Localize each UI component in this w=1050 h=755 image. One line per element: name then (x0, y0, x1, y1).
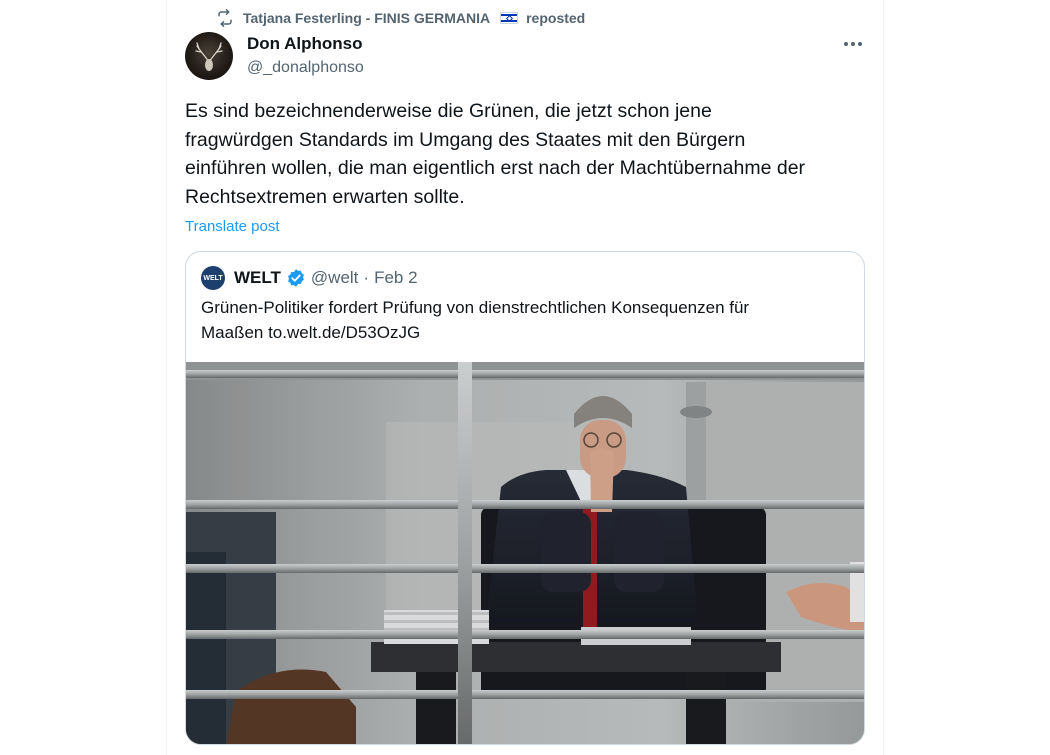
more-options-icon (844, 42, 862, 46)
translate-post-link[interactable]: Translate post (185, 218, 280, 235)
post-text-line: fragwürdgen Standards im Umgang des Staa… (185, 128, 746, 151)
post-text-line: Es sind bezeichnenderweise die Grünen, d… (185, 100, 712, 122)
quoted-post-date[interactable]: Feb 2 (374, 268, 417, 288)
quoted-post-text: Grünen-Politiker fordert Prüfung von die… (201, 296, 841, 345)
post-text: Es sind bezeichnenderweise die Grünen, d… (185, 97, 875, 212)
quoted-post-image[interactable] (186, 362, 864, 744)
repost-context[interactable]: Tatjana Festerling - FINIS GERMANIA repo… (215, 8, 585, 28)
post-text-line: Rechtsextremen erwarten sollte. (185, 186, 465, 209)
meta-separator: · (363, 268, 370, 287)
quoted-author-name[interactable]: WELT (234, 268, 281, 288)
post-text-line: einführen wollen, die man eigentlich ers… (185, 157, 806, 180)
author-handle[interactable]: @_donalphonso (247, 59, 364, 77)
quoted-author-handle[interactable]: @welt (311, 268, 359, 288)
quoted-text-line: Maaßen to.welt.de/D53OzJG (201, 322, 421, 342)
quoted-post-header: WELT WELT @welt · Feb 2 (201, 266, 418, 290)
quoted-text-line: Grünen-Politiker fordert Prüfung von die… (201, 298, 750, 317)
verified-badge-icon (287, 269, 304, 287)
author-avatar[interactable] (185, 32, 233, 80)
quoted-author-avatar[interactable]: WELT (201, 266, 225, 290)
more-options-button[interactable] (838, 32, 868, 56)
photo-man-behind-railing (186, 362, 864, 744)
israel-flag-icon (500, 12, 519, 24)
quoted-post-card[interactable]: WELT WELT @welt · Feb 2 Grünen-Politiker… (185, 251, 865, 745)
reposter-name[interactable]: Tatjana Festerling - FINIS GERMANIA (243, 10, 490, 26)
author-name[interactable]: Don Alphonso (247, 34, 363, 54)
repost-icon (215, 8, 235, 28)
repost-action-label: reposted (526, 10, 586, 26)
